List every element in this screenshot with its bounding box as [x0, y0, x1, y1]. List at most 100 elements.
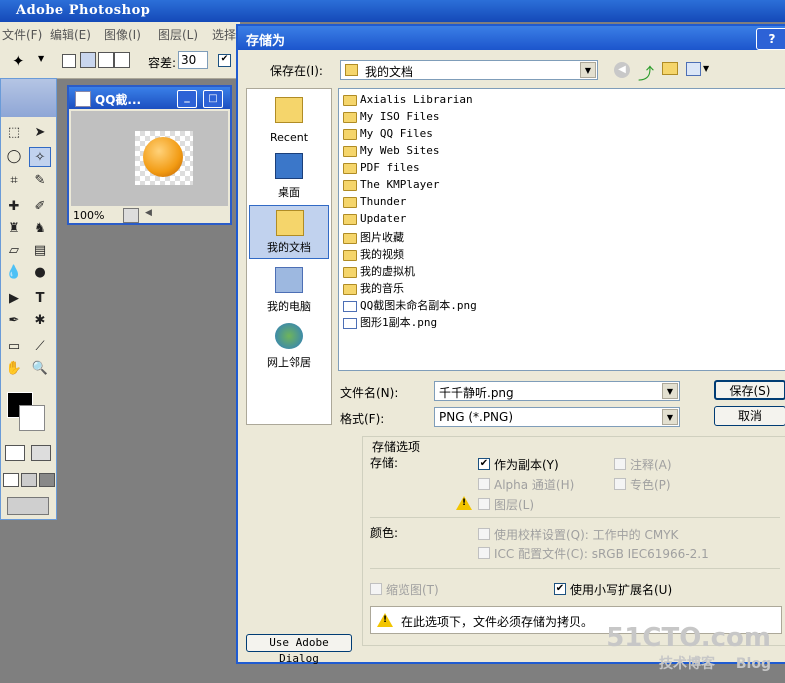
- slice-icon[interactable]: ✎: [29, 171, 51, 191]
- icc-checkbox[interactable]: [478, 547, 490, 559]
- scroll-left-icon[interactable]: ◀: [145, 208, 152, 218]
- place-my-computer[interactable]: 我的电脑: [249, 263, 329, 317]
- quickmask-mode-icon[interactable]: [31, 445, 51, 461]
- proof-checkbox[interactable]: [478, 528, 490, 540]
- selection-add-icon[interactable]: [80, 52, 96, 68]
- history-brush-icon[interactable]: ♞: [29, 219, 51, 239]
- file-list-item[interactable]: My QQ Files: [343, 127, 433, 143]
- recent-folder-icon: [275, 97, 303, 123]
- file-list-item[interactable]: PDF files: [343, 161, 420, 177]
- file-list-item[interactable]: The KMPlayer: [343, 178, 439, 194]
- menu-select[interactable]: 选择: [212, 26, 236, 43]
- file-list-item[interactable]: 我的音乐: [343, 280, 404, 296]
- status-arrow-icon[interactable]: [123, 208, 139, 223]
- alpha-checkbox[interactable]: [478, 478, 490, 490]
- imageready-icon[interactable]: [7, 497, 49, 515]
- eyedropper-icon[interactable]: ⟋: [29, 337, 51, 357]
- magic-wand-tool-icon[interactable]: ✧: [29, 147, 51, 167]
- view-chevron-icon[interactable]: ▼: [703, 64, 709, 73]
- brush-icon[interactable]: ✐: [29, 197, 51, 217]
- standard-mode-icon[interactable]: [5, 445, 25, 461]
- file-list-item[interactable]: My ISO Files: [343, 110, 439, 126]
- notes-icon[interactable]: ▭: [3, 337, 25, 357]
- filename-input[interactable]: 千千静听.png ▼: [434, 381, 680, 401]
- file-list[interactable]: Axialis Librarian My ISO Files My QQ Files…: [338, 88, 785, 371]
- document-window: QQ截... _ □ 100% ◀: [67, 85, 232, 225]
- screen-mode-1-icon[interactable]: [3, 473, 19, 487]
- as-copy-checkbox[interactable]: ✔: [478, 458, 490, 470]
- selection-new-icon[interactable]: [62, 54, 76, 68]
- move-icon[interactable]: ➤: [29, 123, 51, 143]
- place-my-documents[interactable]: 我的文档: [249, 205, 329, 259]
- zoom-icon[interactable]: 🔍: [29, 359, 51, 379]
- new-folder-icon[interactable]: [662, 62, 678, 75]
- chevron-down-icon[interactable]: ▼: [662, 383, 678, 399]
- up-folder-icon[interactable]: ⤴: [638, 60, 654, 84]
- place-network[interactable]: 网上邻居: [249, 319, 329, 373]
- tolerance-input[interactable]: 30: [178, 51, 208, 69]
- spot-checkbox[interactable]: [614, 478, 626, 490]
- use-adobe-dialog-button[interactable]: Use Adobe Dialog: [246, 634, 352, 665]
- selection-intersect-icon[interactable]: [114, 52, 130, 68]
- save-label: 存储:: [370, 456, 399, 470]
- alpha-label: Alpha 通道(H): [494, 478, 575, 492]
- eraser-icon[interactable]: ▱: [3, 241, 25, 261]
- selection-subtract-icon[interactable]: [98, 52, 114, 68]
- path-select-icon[interactable]: ▶: [3, 289, 25, 309]
- save-in-label: 保存在(I):: [270, 64, 323, 78]
- pen-icon[interactable]: ✒: [3, 311, 25, 331]
- file-list-item[interactable]: Thunder: [343, 195, 406, 211]
- menu-image[interactable]: 图像(I): [104, 26, 141, 43]
- place-recent[interactable]: Recent: [249, 93, 329, 147]
- menu-edit[interactable]: 编辑(E): [50, 26, 91, 43]
- lowercase-ext-checkbox[interactable]: ✔: [554, 583, 566, 595]
- menu-file[interactable]: 文件(F): [2, 26, 42, 43]
- menu-layer[interactable]: 图层(L): [158, 26, 198, 43]
- cancel-button[interactable]: 取消: [714, 406, 785, 426]
- document-canvas[interactable]: [71, 111, 228, 206]
- gradient-icon[interactable]: ▤: [29, 241, 51, 261]
- screen-mode-2-icon[interactable]: [21, 473, 37, 487]
- minimize-icon[interactable]: _: [177, 90, 197, 108]
- hand-icon[interactable]: ✋: [3, 359, 25, 379]
- watermark: 51CTO.com 技术博客 Blog: [606, 623, 771, 673]
- magic-wand-icon[interactable]: ✦: [12, 52, 25, 70]
- blur-icon[interactable]: 💧: [3, 263, 25, 283]
- chevron-down-icon[interactable]: ▼: [662, 409, 678, 425]
- antialias-checkbox[interactable]: ✔: [218, 54, 231, 67]
- folder-icon: [343, 128, 357, 140]
- file-list-item[interactable]: Axialis Librarian: [343, 93, 473, 109]
- healing-icon[interactable]: ✚: [3, 197, 25, 217]
- file-list-item[interactable]: My Web Sites: [343, 144, 439, 160]
- lasso-icon[interactable]: ◯: [3, 147, 25, 167]
- marquee-icon[interactable]: ⬚: [3, 123, 25, 143]
- save-button[interactable]: 保存(S): [714, 380, 785, 400]
- stamp-icon[interactable]: ♜: [3, 219, 25, 239]
- shape-icon[interactable]: ✱: [29, 311, 51, 331]
- file-list-item[interactable]: 我的虚拟机: [343, 263, 415, 279]
- file-list-item[interactable]: 图形1副本.png: [343, 314, 437, 330]
- chevron-down-icon[interactable]: ▼: [580, 62, 596, 78]
- maximize-icon[interactable]: □: [203, 90, 223, 108]
- zoom-level: 100%: [73, 209, 105, 222]
- format-select[interactable]: PNG (*.PNG) ▼: [434, 407, 680, 427]
- file-list-item[interactable]: 我的视频: [343, 246, 404, 262]
- save-in-select[interactable]: 我的文档 ▼: [340, 60, 598, 80]
- crop-icon[interactable]: ⌗: [3, 171, 25, 191]
- thumbnail-checkbox[interactable]: [370, 583, 382, 595]
- document-icon: [75, 91, 91, 107]
- help-button[interactable]: ?: [756, 28, 785, 50]
- file-list-item[interactable]: 图片收藏: [343, 229, 404, 245]
- dodge-icon[interactable]: ●: [29, 263, 51, 283]
- file-list-item[interactable]: QQ截图未命名副本.png: [343, 297, 477, 313]
- view-menu-icon[interactable]: [686, 62, 701, 76]
- background-color-swatch[interactable]: [19, 405, 45, 431]
- back-icon[interactable]: ◀: [614, 62, 630, 78]
- layers-checkbox[interactable]: [478, 498, 490, 510]
- chevron-down-icon[interactable]: ▼: [38, 54, 44, 63]
- screen-mode-3-icon[interactable]: [39, 473, 55, 487]
- type-icon[interactable]: T: [29, 289, 51, 309]
- place-desktop[interactable]: 桌面: [249, 149, 329, 203]
- file-list-item[interactable]: Updater: [343, 212, 406, 228]
- annotations-checkbox[interactable]: [614, 458, 626, 470]
